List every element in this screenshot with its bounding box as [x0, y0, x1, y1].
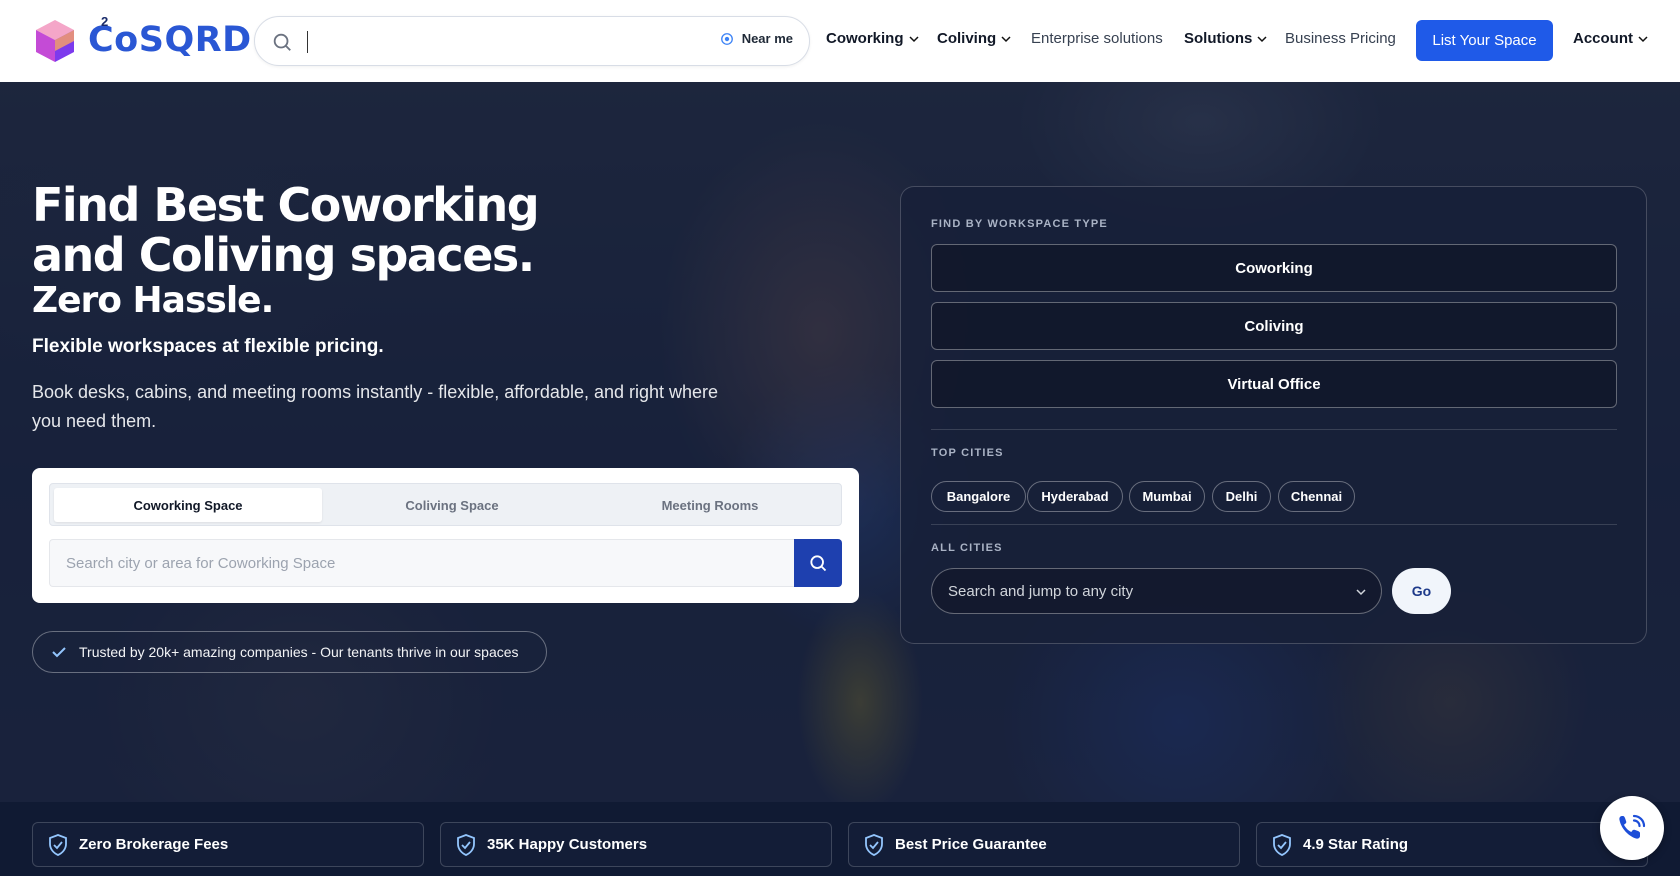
chevron-down-icon — [1257, 35, 1267, 42]
chevron-down-icon — [1001, 35, 1011, 42]
hero-tagline: Flexible workspaces at flexible pricing. — [32, 336, 384, 357]
features-strip: Zero Brokerage Fees 35K Happy Customers … — [0, 802, 1680, 876]
feature-label: Best Price Guarantee — [895, 836, 1047, 853]
phone-call-icon — [1619, 814, 1646, 839]
city-chip-delhi[interactable]: Delhi — [1212, 481, 1271, 512]
chevron-down-icon — [908, 35, 919, 42]
city-chip-chennai[interactable]: Chennai — [1278, 481, 1355, 512]
brand-logo[interactable]: 2 CoSQRD — [32, 14, 252, 64]
nav-coliving-label: Coliving — [937, 30, 997, 47]
all-cities-placeholder: Search and jump to any city — [948, 582, 1134, 600]
header-search-bar[interactable]: Near me — [254, 16, 810, 66]
logo-superscript: 2 — [101, 14, 109, 29]
space-type-tabs: Coworking Space Coliving Space Meeting R… — [49, 483, 842, 526]
chevron-down-icon — [1356, 589, 1366, 596]
nav-enterprise-solutions[interactable]: Enterprise solutions — [1031, 30, 1163, 47]
trusted-text: Trusted by 20k+ amazing companies - Our … — [79, 644, 519, 660]
nav-account[interactable]: Account — [1573, 30, 1649, 47]
hero-section: Find Best Coworking and Coliving spaces.… — [0, 82, 1680, 802]
hero-title: Find Best Coworking and Coliving spaces. — [32, 178, 540, 282]
trusted-badge: Trusted by 20k+ amazing companies - Our … — [32, 631, 547, 673]
near-me-button[interactable]: Near me — [720, 31, 793, 46]
feature-label: Zero Brokerage Fees — [79, 836, 229, 853]
hero-description: Book desks, cabins, and meeting rooms in… — [32, 382, 719, 431]
panel-divider — [931, 429, 1617, 430]
city-chip-bangalore[interactable]: Bangalore — [931, 481, 1026, 512]
nav-account-label: Account — [1573, 30, 1633, 47]
city-search-input[interactable]: Search city or area for Coworking Space — [49, 539, 794, 587]
check-icon — [52, 647, 66, 658]
shield-check-icon — [49, 833, 67, 856]
nav-enterprise-label: Enterprise solutions — [1031, 30, 1163, 47]
city-chip-mumbai[interactable]: Mumbai — [1129, 481, 1205, 512]
nav-coworking[interactable]: Coworking — [826, 30, 920, 47]
hero-title-line-1: Find Best Coworking — [32, 178, 540, 232]
feature-label: 4.9 Star Rating — [1303, 836, 1409, 853]
text-cursor — [307, 31, 308, 53]
hero-title-line-2: and Coliving spaces. — [32, 228, 535, 282]
chevron-down-icon — [1638, 35, 1648, 42]
search-icon — [273, 33, 291, 51]
feature-happy-customers: 35K Happy Customers — [440, 822, 832, 867]
list-your-space-button[interactable]: List Your Space — [1416, 20, 1553, 61]
city-search-button[interactable] — [794, 539, 842, 587]
hero-subtitle: Zero Hassle. — [32, 280, 274, 321]
feature-label: 35K Happy Customers — [487, 836, 648, 853]
nav-solutions[interactable]: Solutions — [1184, 30, 1268, 47]
panel-divider — [931, 524, 1617, 525]
nav-coliving[interactable]: Coliving — [937, 30, 1012, 47]
shield-check-icon — [1273, 833, 1291, 856]
all-cities-label: ALL CITIES — [931, 542, 1003, 554]
tab-meeting-rooms[interactable]: Meeting Rooms — [582, 488, 838, 522]
nav-solutions-label: Solutions — [1184, 30, 1253, 47]
space-search-card: Coworking Space Coliving Space Meeting R… — [32, 468, 859, 603]
shield-check-icon — [457, 833, 475, 856]
search-icon — [810, 555, 827, 572]
feature-zero-brokerage: Zero Brokerage Fees — [32, 822, 424, 867]
nav-business-pricing[interactable]: Business Pricing — [1285, 30, 1396, 47]
finder-panel: FIND BY WORKSPACE TYPE Coworking Colivin… — [900, 186, 1647, 644]
nav-coworking-label: Coworking — [826, 30, 904, 47]
near-me-label: Near me — [741, 31, 793, 46]
city-chip-hyderabad[interactable]: Hyderabad — [1027, 481, 1123, 512]
go-button[interactable]: Go — [1392, 568, 1451, 614]
workspace-coworking-button[interactable]: Coworking — [931, 244, 1617, 292]
brand-name: CoSQRD — [88, 20, 252, 60]
feature-best-price: Best Price Guarantee — [848, 822, 1240, 867]
workspace-virtual-office-button[interactable]: Virtual Office — [931, 360, 1617, 408]
tab-coworking-space[interactable]: Coworking Space — [54, 488, 322, 522]
call-button[interactable] — [1600, 796, 1664, 860]
nav-pricing-label: Business Pricing — [1285, 30, 1396, 47]
location-target-icon — [720, 32, 733, 45]
all-cities-select[interactable]: Search and jump to any city — [931, 568, 1382, 614]
tab-coliving-space[interactable]: Coliving Space — [322, 488, 582, 522]
workspace-coliving-button[interactable]: Coliving — [931, 302, 1617, 350]
cube-logo-icon — [36, 20, 74, 62]
feature-star-rating: 4.9 Star Rating — [1256, 822, 1648, 867]
shield-check-icon — [865, 833, 883, 856]
top-cities-label: TOP CITIES — [931, 447, 1004, 459]
workspace-type-label: FIND BY WORKSPACE TYPE — [931, 218, 1108, 230]
top-header: 2 CoSQRD Near me Coworking Coliving Ente… — [0, 0, 1680, 82]
